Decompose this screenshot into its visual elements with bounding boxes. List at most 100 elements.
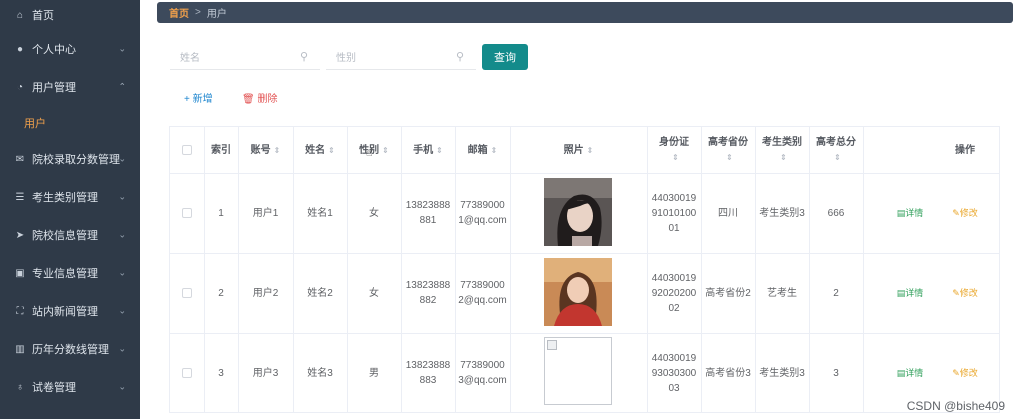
- row-checkbox[interactable]: [182, 288, 192, 298]
- detail-button[interactable]: ▤ 详情: [890, 253, 930, 333]
- col-header-email[interactable]: 邮箱 ⇕: [455, 127, 510, 173]
- col-header-phone[interactable]: 手机 ⇕: [401, 127, 455, 173]
- cell-gender: 女: [369, 287, 379, 299]
- query-button[interactable]: 查询: [482, 44, 528, 70]
- cell-province: 高考省份3: [705, 367, 751, 379]
- cell-index: 3: [218, 367, 224, 379]
- breadcrumb-current: 用户: [206, 9, 227, 20]
- sidebar-subitem-users[interactable]: 用户: [0, 106, 140, 140]
- home-icon: ⌂: [16, 9, 24, 21]
- sort-icon[interactable]: ⇕: [726, 150, 733, 165]
- detail-icon: ▤: [896, 207, 906, 218]
- header-checkbox-cell[interactable]: [170, 127, 204, 173]
- sidebar-item-profile[interactable]: ● 个人中心 ⌄: [0, 30, 140, 68]
- breadcrumb-home[interactable]: 首页: [169, 5, 189, 20]
- sort-icon[interactable]: ⇕: [436, 143, 443, 158]
- search-icon: ⚲: [456, 51, 465, 63]
- cell-score: 3: [833, 367, 839, 379]
- sort-icon[interactable]: ⇕: [382, 143, 389, 158]
- watermark: CSDN @bishe409: [906, 399, 1005, 413]
- cell-email: 773890002@qq.com: [458, 280, 507, 306]
- chevron-down-icon: ⌄: [118, 43, 126, 54]
- sidebar-item-major[interactable]: ▣ 专业信息管理 ⌄: [0, 254, 140, 292]
- cell-idcard: 440300199202020002: [651, 272, 697, 314]
- cell-category: 考生类别3: [759, 207, 805, 219]
- sidebar-item-label: 专业信息管理: [32, 268, 98, 280]
- cell-name: 姓名1: [307, 207, 333, 219]
- sort-icon[interactable]: ⇕: [780, 150, 787, 165]
- sort-icon[interactable]: ⇕: [274, 143, 281, 158]
- gender-search-placeholder: 性别: [336, 53, 356, 64]
- sort-icon[interactable]: ⇕: [328, 143, 335, 158]
- sort-icon[interactable]: ⇕: [834, 150, 841, 165]
- name-search-placeholder: 姓名: [180, 53, 200, 64]
- cell-index: 2: [218, 287, 224, 299]
- sidebar-item-user-manage[interactable]: ◔ 用户管理 ⌃: [0, 68, 140, 106]
- col-header-score[interactable]: 高考总分 ⇕: [809, 127, 863, 173]
- mic-icon: ♁: [16, 381, 24, 393]
- sidebar-item-label: 个人中心: [32, 44, 76, 56]
- sort-icon[interactable]: ⇕: [672, 150, 679, 165]
- barcode-icon: ▥: [15, 343, 25, 355]
- sidebar-item-label: 考生类别管理: [32, 192, 98, 204]
- name-search-input[interactable]: 姓名 ⚲: [170, 44, 320, 70]
- cell-idcard: 440300199303030003: [651, 352, 697, 394]
- sidebar-item-news[interactable]: ⛶ 站内新闻管理 ⌄: [0, 292, 140, 330]
- row-checkbox-cell[interactable]: [170, 333, 204, 413]
- col-header-name[interactable]: 姓名 ⇕: [293, 127, 347, 173]
- user-icon: ●: [16, 43, 24, 55]
- sidebar-item-label: 用户管理: [32, 82, 76, 94]
- sidebar-item-home[interactable]: ⌂ 首页: [0, 0, 140, 30]
- cell-email: 773890001@qq.com: [458, 200, 507, 226]
- cell-email: 773890003@qq.com: [458, 360, 507, 386]
- gender-search-input[interactable]: 性别 ⚲: [326, 44, 476, 70]
- chevron-down-icon: ⌄: [118, 267, 126, 278]
- chevron-down-icon: ⌄: [118, 153, 126, 164]
- col-header-actions: 操作: [955, 144, 975, 156]
- cell-phone: 13823888881: [405, 200, 451, 226]
- user-photo: [544, 258, 612, 326]
- sliders-icon: ☰: [15, 191, 25, 203]
- sidebar-item-school[interactable]: ➤ 院校信息管理 ⌄: [0, 216, 140, 254]
- cell-gender: 女: [369, 207, 379, 219]
- breadcrumb: 首页 > 用户: [157, 2, 1013, 23]
- edit-button[interactable]: ✎ 修改: [945, 253, 985, 333]
- sidebar-item-exam[interactable]: ♁ 试卷管理 ⌄: [0, 368, 140, 406]
- sidebar-item-label: 首页: [32, 10, 54, 22]
- edit-icon: ✎: [952, 207, 960, 218]
- cell-score: 2: [833, 287, 839, 299]
- sort-icon[interactable]: ⇕: [587, 143, 594, 158]
- detail-button[interactable]: ▤ 详情: [890, 173, 930, 253]
- col-header-account[interactable]: 账号 ⇕: [238, 127, 293, 173]
- broken-image-placeholder: [544, 337, 612, 405]
- row-checkbox-cell[interactable]: [170, 173, 204, 253]
- sidebar-item-scores[interactable]: ✉ 院校录取分数管理 ⌄: [0, 140, 140, 178]
- col-header-province[interactable]: 高考省份 ⇕: [701, 127, 755, 173]
- select-all-checkbox[interactable]: [182, 145, 192, 155]
- cell-province: 高考省份2: [705, 287, 751, 299]
- row-checkbox[interactable]: [182, 368, 192, 378]
- col-header-gender[interactable]: 性别 ⇕: [347, 127, 401, 173]
- col-header-photo[interactable]: 照片 ⇕: [510, 127, 647, 173]
- sidebar-item-history[interactable]: ▥ 历年分数线管理 ⌄: [0, 330, 140, 368]
- app-root: ⌂ 首页 ● 个人中心 ⌄ ◔ 用户管理 ⌃ 用户 ✉ 院校录取分数管理 ⌄ ☰…: [0, 0, 1019, 419]
- sidebar-item-label: 历年分数线管理: [32, 344, 109, 356]
- edit-icon: ✎: [952, 287, 960, 298]
- delete-button[interactable]: 🗑 删除: [242, 90, 277, 105]
- sidebar-item-category[interactable]: ☰ 考生类别管理 ⌄: [0, 178, 140, 216]
- col-header-category[interactable]: 考生类别 ⇕: [755, 127, 809, 173]
- detail-icon: ▤: [896, 367, 906, 378]
- add-button[interactable]: + 新增: [184, 90, 213, 105]
- cell-account: 用户1: [252, 207, 279, 219]
- col-header-idcard[interactable]: 身份证 ⇕: [647, 127, 701, 173]
- sort-icon[interactable]: ⇕: [491, 143, 498, 158]
- row-checkbox-cell[interactable]: [170, 253, 204, 333]
- user-table: 索引 账号 ⇕ 姓名 ⇕ 性别 ⇕ 手机 ⇕ 邮箱 ⇕ 照片 ⇕ 身份证 ⇕ 高考省份 ⇕ 考生…: [169, 126, 1000, 413]
- user-manage-icon: ◔: [16, 81, 24, 93]
- edit-icon: ✎: [952, 367, 960, 378]
- cell-category: 艺考生: [767, 287, 797, 299]
- row-checkbox[interactable]: [182, 208, 192, 218]
- edit-button[interactable]: ✎ 修改: [945, 173, 985, 253]
- sidebar-item-label: 站内新闻管理: [32, 306, 98, 318]
- mouse-cursor-icon: ☝: [366, 147, 373, 159]
